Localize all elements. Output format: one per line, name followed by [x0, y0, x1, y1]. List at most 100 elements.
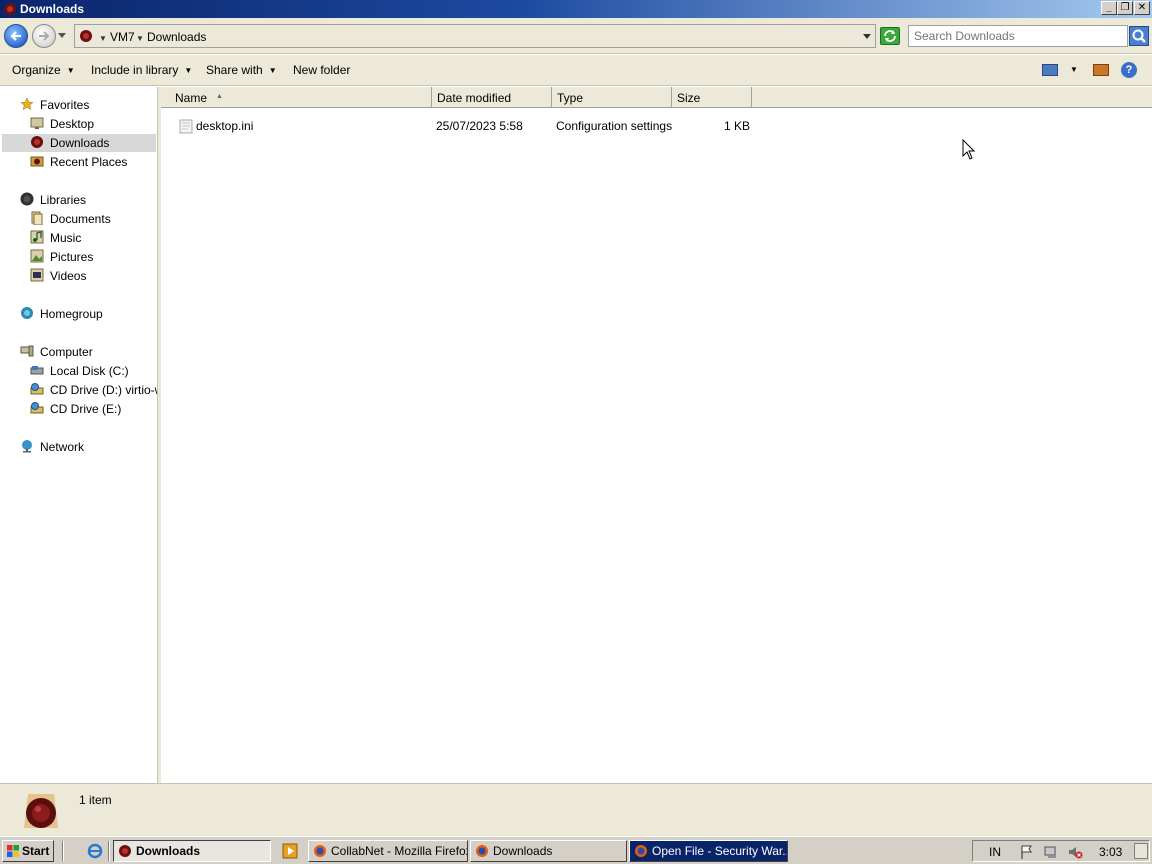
taskbar: Start Downloads CollabNet - Mozilla Fire… [0, 836, 1152, 864]
column-header-size[interactable]: Size [672, 87, 752, 108]
new-folder-button[interactable]: New folder [293, 63, 350, 77]
task-label: Downloads [136, 844, 201, 858]
nav-documents[interactable]: Documents [30, 210, 155, 228]
show-desktop-button[interactable] [1134, 843, 1148, 859]
task-label: CollabNet - Mozilla Firefox [331, 844, 468, 858]
videos-icon [30, 268, 44, 282]
file-list[interactable]: Name ▲ Date modified Type Size desktop.i… [161, 87, 1152, 783]
breadcrumb-separator[interactable]: ▼ [136, 34, 144, 43]
internet-explorer-icon[interactable] [87, 843, 103, 859]
nav-videos[interactable]: Videos [30, 267, 155, 285]
media-player-icon[interactable] [282, 843, 298, 859]
share-with-label: Share with [206, 63, 263, 77]
nav-downloads-label: Downloads [50, 136, 110, 150]
nav-local-disk[interactable]: Local Disk (C:) [30, 362, 155, 380]
nav-cd-drive-d-label: CD Drive (D:) virtio-win [50, 383, 157, 397]
windows-logo-icon [7, 845, 19, 857]
preview-pane-icon[interactable] [1093, 64, 1109, 76]
nav-desktop[interactable]: Desktop [30, 115, 155, 133]
task-downloads-firefox[interactable]: Downloads [470, 840, 627, 862]
nav-homegroup[interactable]: Homegroup [20, 305, 150, 323]
column-header-name[interactable]: Name ▲ [170, 87, 432, 108]
address-box[interactable]: ▼ VM7 ▼ Downloads [74, 24, 876, 48]
forward-button[interactable] [32, 24, 56, 48]
restore-button[interactable]: ❐ [1117, 1, 1133, 15]
nav-music[interactable]: Music [30, 229, 155, 247]
homegroup-icon [21, 307, 33, 319]
recent-pages-chevron-icon[interactable] [58, 33, 66, 39]
view-options-chevron-icon[interactable]: ▼ [1070, 65, 1078, 74]
search-button[interactable] [1129, 26, 1149, 46]
nav-computer[interactable]: Computer [20, 343, 150, 361]
organize-button[interactable]: Organize ▼ [12, 63, 75, 77]
firefox-icon [314, 845, 326, 857]
cd-drive-icon [30, 402, 44, 414]
refresh-button[interactable] [880, 27, 900, 45]
mouse-pointer-icon [962, 139, 976, 160]
forward-arrow-icon [39, 31, 50, 41]
computer-icon [20, 345, 34, 357]
hard-disk-icon [30, 366, 44, 375]
task-open-file-security-warning[interactable]: Open File - Security War... [629, 840, 788, 862]
pictures-icon [30, 249, 44, 263]
help-icon[interactable]: ? [1121, 62, 1137, 78]
file-name[interactable]: desktop.ini [196, 119, 253, 133]
task-downloads-active[interactable]: Downloads [113, 840, 271, 862]
window-titlebar[interactable]: Downloads _ ❐ ✕ [0, 0, 1152, 18]
breadcrumb-separator[interactable]: ▼ [99, 34, 107, 43]
quicklaunch-separator [108, 841, 110, 861]
command-bar: Organize ▼ Include in library ▼ Share with… [0, 55, 1152, 86]
cd-drive-icon [30, 383, 44, 395]
file-size: 1 KB [724, 119, 751, 133]
back-arrow-icon [10, 31, 21, 41]
folder-app-icon [4, 3, 16, 15]
chevron-down-icon: ▼ [66, 66, 75, 75]
file-row[interactable]: desktop.ini 25/07/2023 5:58 Configuratio… [161, 116, 1152, 136]
organize-label: Organize [12, 63, 61, 77]
column-header-date-modified[interactable]: Date modified [432, 87, 552, 108]
back-button[interactable] [4, 24, 28, 48]
file-type: Configuration settings [556, 119, 673, 133]
system-clock[interactable]: 3:03 [1099, 845, 1122, 859]
share-with-button[interactable]: Share with ▼ [206, 63, 277, 77]
folder-app-icon [119, 845, 131, 857]
nav-pictures[interactable]: Pictures [30, 248, 155, 266]
breadcrumb-downloads[interactable]: Downloads [147, 30, 206, 44]
task-label: Downloads [493, 844, 553, 858]
nav-libraries[interactable]: Libraries [20, 191, 150, 209]
chevron-down-icon: ▼ [268, 66, 277, 75]
include-in-library-label: Include in library [91, 63, 179, 77]
include-in-library-button[interactable]: Include in library ▼ [91, 63, 192, 77]
nav-favorites[interactable]: Favorites [20, 96, 150, 114]
minimize-button[interactable]: _ [1101, 1, 1117, 15]
search-box[interactable] [908, 25, 1128, 47]
search-icon [1132, 29, 1146, 43]
action-center-flag-icon[interactable] [1019, 844, 1035, 860]
column-date-label: Date modified [437, 91, 512, 105]
change-view-icon[interactable] [1042, 64, 1058, 76]
nav-cd-drive-e[interactable]: CD Drive (E:) [30, 400, 155, 418]
start-button[interactable]: Start [2, 840, 54, 862]
column-header-row: Name ▲ Date modified Type Size [161, 87, 1152, 108]
nav-downloads[interactable]: Downloads [2, 134, 156, 152]
sort-ascending-icon: ▲ [216, 93, 223, 100]
chevron-down-icon: ▼ [184, 66, 193, 75]
start-label: Start [22, 844, 50, 858]
navigation-pane: Favorites Desktop Downloads Recent Place… [0, 87, 158, 783]
address-dropdown-icon[interactable] [863, 34, 871, 40]
search-input[interactable] [909, 26, 1109, 46]
system-tray: IN 3:03 [972, 840, 1150, 862]
nav-network-label: Network [40, 440, 85, 454]
nav-network[interactable]: Network [20, 438, 150, 456]
column-name-label: Name [175, 91, 208, 105]
nav-cd-drive-d[interactable]: CD Drive (D:) virtio-win [30, 381, 157, 399]
column-header-type[interactable]: Type [552, 87, 672, 108]
language-indicator[interactable]: IN [989, 845, 1001, 859]
close-button[interactable]: ✕ [1134, 1, 1150, 15]
network-status-icon[interactable] [1043, 844, 1059, 860]
task-collabnet-firefox[interactable]: CollabNet - Mozilla Firefox [308, 840, 468, 862]
nav-videos-label: Videos [50, 269, 87, 283]
volume-muted-icon[interactable] [1067, 844, 1083, 860]
nav-recent-places[interactable]: Recent Places [30, 153, 155, 171]
breadcrumb-vm7[interactable]: VM7 [110, 30, 135, 44]
